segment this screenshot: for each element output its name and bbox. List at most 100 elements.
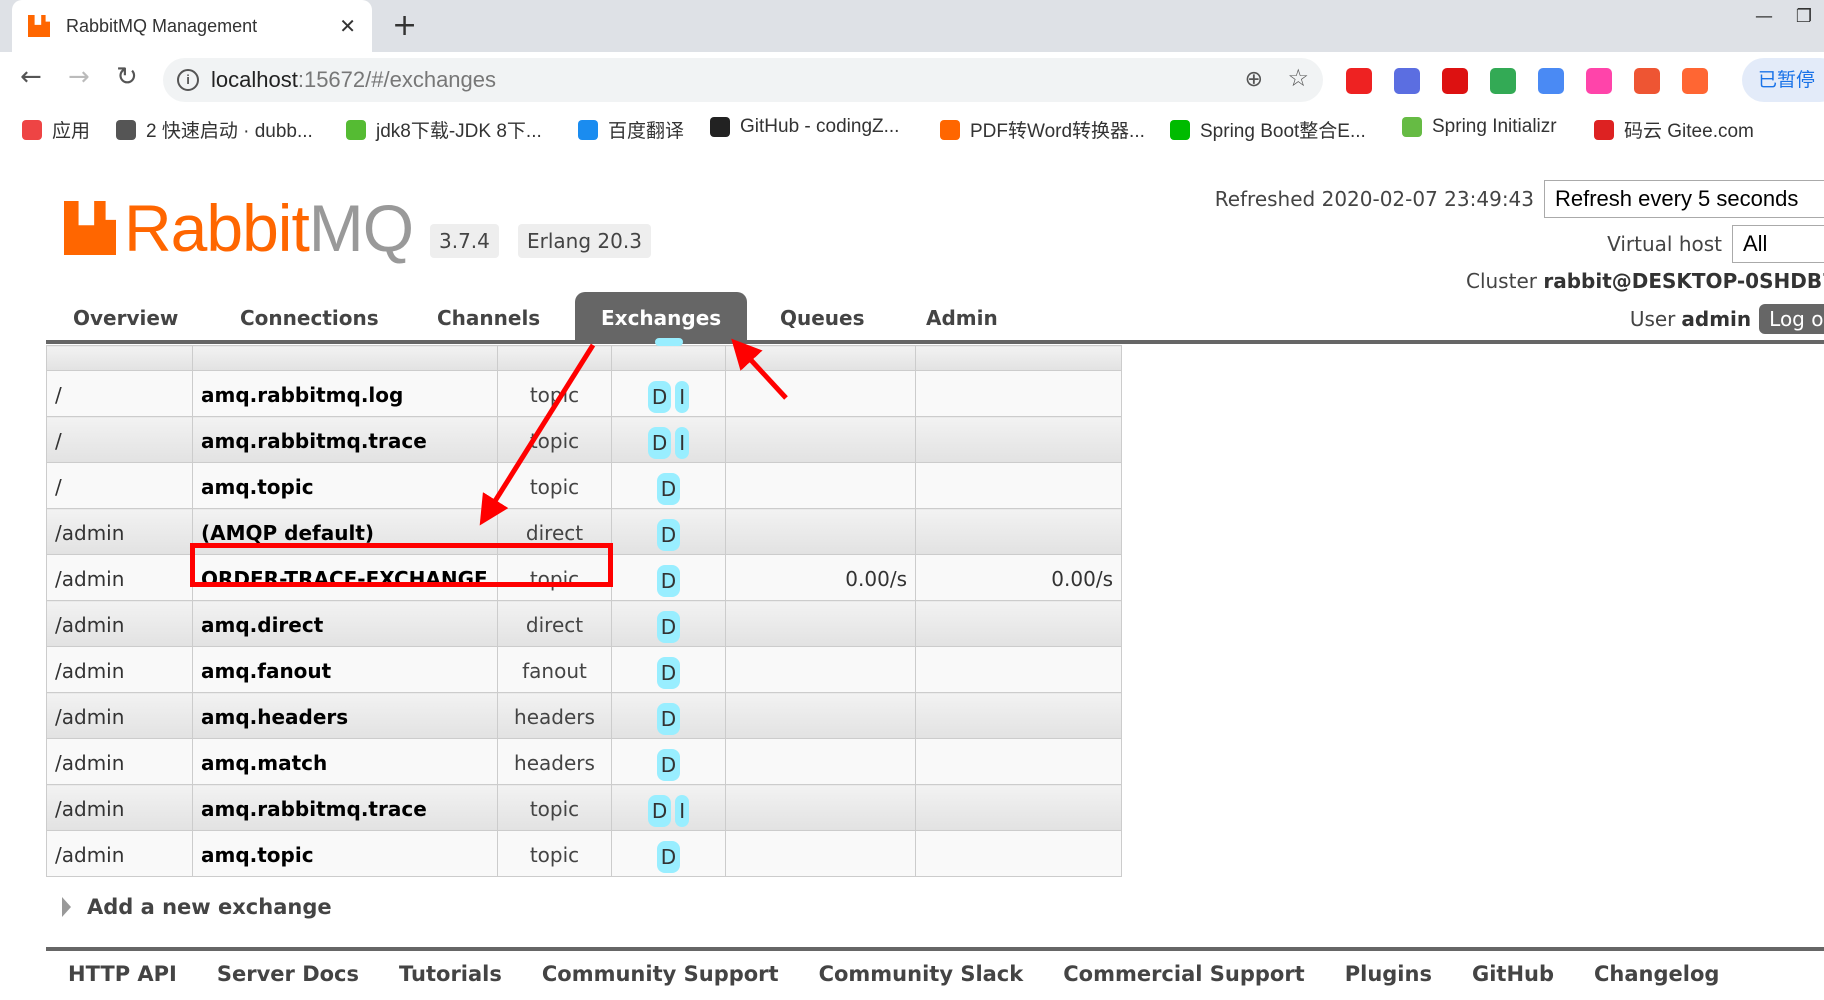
bookmark-item[interactable]: 应用 xyxy=(22,116,90,143)
bookmark-star-icon[interactable]: ☆ xyxy=(1287,64,1309,93)
exchange-name-link[interactable]: amq.rabbitmq.log xyxy=(192,370,498,417)
reload-icon[interactable]: ↻ xyxy=(116,62,138,92)
message-rate-out xyxy=(915,830,1122,877)
footer-link-community-slack[interactable]: Community Slack xyxy=(819,962,1024,986)
fe-icon[interactable] xyxy=(1346,68,1372,94)
vhost-select[interactable]: All xyxy=(1732,225,1824,263)
cluster-label: Cluster xyxy=(1465,269,1537,293)
table-row: / amq.topic topic D xyxy=(46,462,1122,509)
bookmark-label: 2 快速启动 · dubb... xyxy=(146,121,313,142)
exchange-name-link[interactable]: amq.topic xyxy=(192,462,498,509)
footer-link-changelog[interactable]: Changelog xyxy=(1594,962,1719,986)
tab-queues[interactable]: Queues xyxy=(780,292,865,340)
message-rate-in xyxy=(725,370,916,417)
bookmark-label: jdk8下载-JDK 8下... xyxy=(376,121,542,142)
message-rate-in xyxy=(725,600,916,647)
exchange-name-link[interactable]: amq.match xyxy=(192,738,498,785)
footer-link-server-docs[interactable]: Server Docs xyxy=(217,962,359,986)
tab-channels[interactable]: Channels xyxy=(437,292,540,340)
zoom-icon[interactable]: ⊕ xyxy=(1245,66,1263,92)
footer-divider xyxy=(46,947,1824,951)
features-cell: D xyxy=(611,462,726,509)
translate-icon[interactable] xyxy=(1538,68,1564,94)
footer-link-community-support[interactable]: Community Support xyxy=(542,962,779,986)
tab-connections[interactable]: Connections xyxy=(240,292,379,340)
type-cell: topic xyxy=(497,370,612,417)
check-icon[interactable] xyxy=(1394,68,1420,94)
features-cell: D xyxy=(611,646,726,693)
bookmark-item[interactable]: 码云 Gitee.com xyxy=(1594,116,1754,143)
bookmarks-bar: 应用 2 快速启动 · dubb... jdk8下载-JDK 8下... 百度翻译 Gi… xyxy=(0,108,1824,150)
browser-tab[interactable]: RabbitMQ Management ✕ xyxy=(12,0,372,52)
tab-exchanges[interactable]: Exchanges xyxy=(575,292,748,340)
footer-link-tutorials[interactable]: Tutorials xyxy=(399,962,502,986)
colorful-icon[interactable] xyxy=(1490,68,1516,94)
close-tab-icon[interactable]: ✕ xyxy=(339,14,356,39)
type-cell: topic xyxy=(497,462,612,509)
footer-link-github[interactable]: GitHub xyxy=(1472,962,1554,986)
exchange-name-link[interactable]: amq.rabbitmq.trace xyxy=(192,416,498,463)
bookmark-icon xyxy=(1402,117,1422,137)
expand-triangle-icon xyxy=(62,897,71,917)
rabbitmq-logo-icon xyxy=(64,201,116,255)
vhost-row: Virtual host All xyxy=(1607,225,1824,263)
profile-paused-button[interactable]: 已暂停 xyxy=(1742,58,1824,102)
exchange-name-link[interactable]: amq.fanout xyxy=(192,646,498,693)
bookmark-item[interactable]: Spring Initializr xyxy=(1402,116,1557,138)
features-cell: D xyxy=(611,738,726,785)
table-row: /admin amq.fanout fanout D xyxy=(46,646,1122,693)
message-rate-out xyxy=(915,738,1122,785)
rabbitmq-logo[interactable]: Rabbit MQ xyxy=(64,190,414,266)
info-icon[interactable]: i xyxy=(177,69,199,91)
feature-badge-i: I xyxy=(675,381,690,413)
rabbitmq-favicon-icon xyxy=(28,15,50,37)
features-cell: D xyxy=(611,554,726,601)
feature-badge-d: D xyxy=(656,565,681,597)
tab-admin[interactable]: Admin xyxy=(926,292,998,340)
bookmark-item[interactable]: PDF转Word转换器... xyxy=(940,116,1145,143)
tab-overview[interactable]: Overview xyxy=(73,292,178,340)
infinity-icon[interactable] xyxy=(1634,68,1660,94)
bookmark-item[interactable]: jdk8下载-JDK 8下... xyxy=(346,116,542,143)
cluster-name: rabbit@DESKTOP-0SHDB7 xyxy=(1543,269,1824,293)
window-controls[interactable]: — ❐ xyxy=(1755,6,1812,27)
vhost-label: Virtual host xyxy=(1607,232,1722,256)
exchange-name-link[interactable]: amq.topic xyxy=(192,830,498,877)
type-cell: topic xyxy=(497,416,612,463)
photos-icon[interactable] xyxy=(1586,68,1612,94)
message-rate-out: 0.00/s xyxy=(915,554,1122,601)
vhost-cell: / xyxy=(46,416,193,463)
back-icon[interactable]: ← xyxy=(20,62,42,92)
features-cell: DI xyxy=(611,416,726,463)
message-rate-in xyxy=(725,784,916,831)
feature-badge-d: D xyxy=(647,381,672,413)
erlang-badge: Erlang 20.3 xyxy=(518,224,651,258)
adblock-icon[interactable] xyxy=(1442,68,1468,94)
address-bar[interactable]: i localhost:15672/#/exchanges ⊕ ☆ xyxy=(163,58,1323,102)
exchange-name-link[interactable]: amq.direct xyxy=(192,600,498,647)
refresh-interval-select[interactable]: Refresh every 5 seconds xyxy=(1544,180,1824,218)
bookmark-icon xyxy=(710,117,730,137)
exchanges-table: / amq.rabbitmq.log topic D I / amq.rabbitmq.tr… xyxy=(46,338,1122,877)
table-row: /admin amq.direct direct D xyxy=(46,600,1122,647)
add-new-exchange-toggle[interactable]: Add a new exchange xyxy=(62,895,332,919)
exchange-name-link[interactable]: amq.rabbitmq.trace xyxy=(192,784,498,831)
footer-link-commercial-support[interactable]: Commercial Support xyxy=(1063,962,1305,986)
message-rate-in xyxy=(725,738,916,785)
message-rate-in xyxy=(725,462,916,509)
url-path: :15672/#/exchanges xyxy=(297,67,497,92)
new-tab-icon[interactable]: + xyxy=(392,8,417,43)
ubuntu-icon[interactable] xyxy=(1682,68,1708,94)
table-row: /admin amq.topic topic D xyxy=(46,830,1122,877)
exchange-name-link[interactable]: amq.headers xyxy=(192,692,498,739)
bookmark-label: PDF转Word转换器... xyxy=(970,121,1145,142)
bookmark-item[interactable]: Spring Boot整合E... xyxy=(1170,116,1366,143)
bookmark-item[interactable]: 2 快速启动 · dubb... xyxy=(116,116,313,143)
bookmark-item[interactable]: GitHub - codingZ... xyxy=(710,116,899,138)
footer-link-plugins[interactable]: Plugins xyxy=(1345,962,1432,986)
forward-icon[interactable]: → xyxy=(68,62,90,92)
footer-link-http-api[interactable]: HTTP API xyxy=(68,962,177,986)
bookmark-item[interactable]: 百度翻译 xyxy=(578,116,684,143)
type-cell: headers xyxy=(497,738,612,785)
vhost-cell: /admin xyxy=(46,784,193,831)
